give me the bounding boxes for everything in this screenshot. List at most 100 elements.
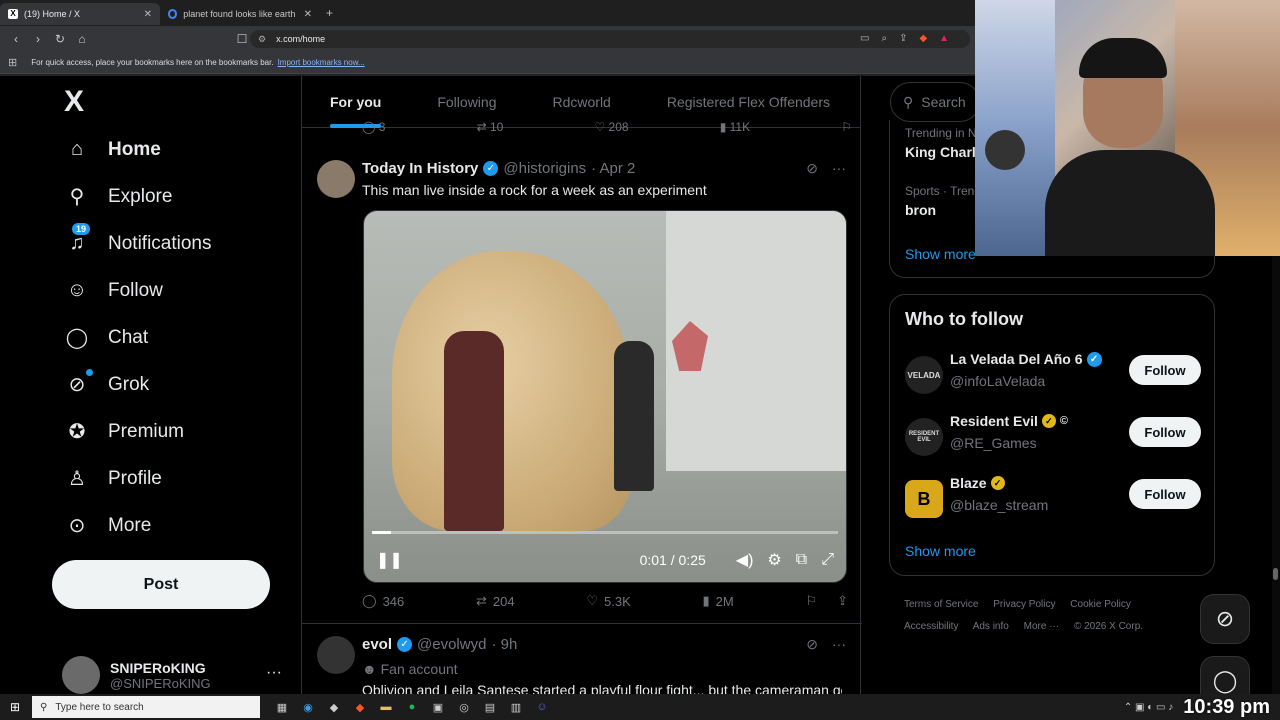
app-icon[interactable]: ▤ — [482, 699, 498, 715]
author-name[interactable]: Today In History — [362, 160, 478, 177]
pip-icon[interactable]: ⧉ — [796, 551, 807, 569]
bookmark-icon[interactable]: ☐ — [236, 32, 248, 46]
grok-icon[interactable]: ⊘ — [806, 160, 818, 177]
more-dots-icon[interactable]: ··· — [832, 160, 846, 177]
footer-link[interactable]: Accessibility — [904, 621, 958, 632]
app-icon[interactable]: ▣ — [430, 699, 446, 715]
epic-icon[interactable]: ▥ — [508, 699, 524, 715]
video-progress-bar[interactable] — [372, 531, 838, 534]
screen-icon[interactable]: ▭ — [860, 33, 869, 44]
repost-button[interactable]: ⇄ 204 — [476, 593, 515, 609]
settings-gear-icon[interactable]: ⚙ — [767, 550, 781, 570]
grok-fab-icon[interactable]: ⊘ — [1200, 594, 1250, 644]
sidebar-item-more[interactable]: ⊙ More — [52, 502, 300, 549]
repost-button[interactable]: ⇄ 10 — [477, 120, 504, 134]
follow-suggestion[interactable]: VELADA La Velada Del Año 6 ✓ @infoLaVelad… — [905, 351, 1205, 401]
author-name[interactable]: evol — [362, 636, 392, 653]
sidebar-item-explore[interactable]: ⚲ Explore — [52, 173, 300, 220]
footer-link[interactable]: Privacy Policy — [993, 599, 1055, 610]
tab-google-search[interactable]: planet found looks like earth - Goog ✕ — [160, 3, 320, 25]
tweet-date[interactable]: · Apr 2 — [591, 160, 635, 177]
import-bookmarks-link[interactable]: Import bookmarks now... — [278, 58, 365, 67]
sidebar-item-follow[interactable]: ☺ Follow — [52, 267, 300, 314]
tweet-text: This man live inside a rock for a week a… — [362, 182, 707, 198]
tray-icons[interactable]: ⌃ ▣ ◐ ▭ ♪ — [1124, 702, 1173, 713]
more-dots-icon[interactable]: ··· — [266, 664, 282, 682]
video-player[interactable]: ❚❚ 0:01 / 0:25 ◀) ⚙ ⧉ ⤢ — [363, 210, 847, 583]
tab-x-home[interactable]: X (19) Home / X ✕ — [0, 3, 160, 25]
show-more-link[interactable]: Show more — [905, 543, 976, 559]
trend-item[interactable]: King Charl — [905, 144, 976, 160]
like-button[interactable]: ♡ 5.3K — [586, 593, 630, 609]
sidebar-item-profile[interactable]: ♙ Profile — [52, 455, 300, 502]
task-view-icon[interactable]: ▦ — [274, 699, 290, 715]
who-to-follow-panel: Who to follow VELADA La Velada Del Año 6… — [889, 294, 1215, 576]
pause-icon[interactable]: ❚❚ — [376, 550, 403, 570]
edge-icon[interactable]: ◉ — [300, 699, 316, 715]
close-icon[interactable]: ✕ — [144, 9, 152, 20]
more-dots-icon[interactable]: ··· — [832, 636, 846, 653]
like-button[interactable]: ♡ 208 — [594, 120, 628, 134]
back-icon[interactable]: ‹ — [10, 32, 22, 46]
sidebar-item-chat[interactable]: ◯ Chat — [52, 314, 300, 361]
sidebar-item-grok[interactable]: ⊘ Grok — [52, 361, 300, 408]
brave-icon[interactable]: ◆ — [352, 699, 368, 715]
account-switcher[interactable]: SNIPERoKING @SNIPERoKING — [62, 656, 211, 694]
follow-suggestion[interactable]: RESIDENT EVIL Resident Evil ✓ © @RE_Games … — [905, 413, 1205, 463]
avatar[interactable] — [317, 160, 355, 198]
scrollbar-thumb[interactable] — [1273, 568, 1278, 580]
app-icon[interactable]: ◆ — [326, 699, 342, 715]
reload-icon[interactable]: ↻ — [54, 32, 66, 46]
reply-button[interactable]: ◯ 3 — [362, 120, 385, 134]
show-more-link[interactable]: Show more — [905, 246, 976, 262]
share-icon[interactable]: ⇪ — [837, 593, 848, 609]
notification-badge: 19 — [72, 222, 91, 235]
follow-button[interactable]: Follow — [1129, 417, 1201, 447]
brave-shield-icon[interactable]: ◆ — [919, 33, 927, 44]
search-input[interactable]: ⚲ Search — [890, 82, 980, 122]
windows-start-icon[interactable]: ⊞ — [0, 694, 30, 720]
reply-button[interactable]: ◯ 346 — [362, 593, 404, 609]
site-info-icon[interactable]: ⚙ — [258, 34, 266, 45]
new-tab-icon[interactable]: + — [326, 6, 333, 20]
bookmark-icon[interactable]: ⚐ — [841, 120, 852, 134]
footer-link[interactable]: More ··· — [1024, 621, 1060, 632]
home-icon[interactable]: ⌂ — [76, 32, 88, 46]
views-button[interactable]: ▮ 11K — [720, 120, 750, 134]
share-icon[interactable]: ⇪ — [899, 33, 907, 44]
volume-icon[interactable]: ◀) — [736, 550, 754, 570]
author-handle[interactable]: @evolwyd — [417, 636, 486, 653]
rewards-icon[interactable]: ▲ — [939, 33, 949, 44]
tweet[interactable]: Today In History ✓ @historigins · Apr 2 … — [302, 148, 862, 624]
footer-link[interactable]: Cookie Policy — [1070, 599, 1131, 610]
browser-actions: ▭ ⌕ ⇪ ◆ ▲ — [860, 33, 949, 44]
grok-icon[interactable]: ⊘ — [806, 636, 818, 653]
taskbar-search-input[interactable]: ⚲ Type here to search — [32, 696, 260, 718]
forward-icon[interactable]: › — [32, 32, 44, 46]
follow-button[interactable]: Follow — [1129, 479, 1201, 509]
steam-icon[interactable]: ◎ — [456, 699, 472, 715]
fullscreen-icon[interactable]: ⤢ — [821, 551, 834, 569]
zoom-icon[interactable]: ⌕ — [881, 33, 887, 44]
x-logo-icon[interactable]: X — [64, 82, 300, 126]
follow-button[interactable]: Follow — [1129, 355, 1201, 385]
author-handle[interactable]: @historigins — [503, 160, 586, 177]
sidebar-item-notifications[interactable]: ♫ 19 Notifications — [52, 220, 300, 267]
close-icon[interactable]: ✕ — [304, 9, 312, 20]
clock[interactable]: 10:39 pm — [1183, 696, 1270, 719]
post-button[interactable]: Post — [52, 560, 270, 609]
tweet-date[interactable]: · 9h — [491, 636, 517, 653]
footer-link[interactable]: Terms of Service — [904, 599, 978, 610]
spotify-icon[interactable]: ● — [404, 699, 420, 715]
sidebar-item-premium[interactable]: ✪ Premium — [52, 408, 300, 455]
trend-item[interactable]: bron — [905, 202, 936, 218]
avatar[interactable] — [317, 636, 355, 674]
discord-icon[interactable]: ☺ — [534, 699, 550, 715]
footer-link[interactable]: Ads info — [973, 621, 1009, 632]
sidebar-item-home[interactable]: ⌂ Home — [52, 126, 300, 173]
bookmark-icon[interactable]: ⚐ — [805, 593, 817, 609]
follow-suggestion[interactable]: B Blaze ✓ @blaze_stream Follow — [905, 475, 1205, 525]
views-button[interactable]: ▮ 2M — [702, 593, 733, 609]
folder-icon[interactable]: ▬ — [378, 699, 394, 715]
apps-icon[interactable]: ⊞ — [8, 56, 17, 69]
